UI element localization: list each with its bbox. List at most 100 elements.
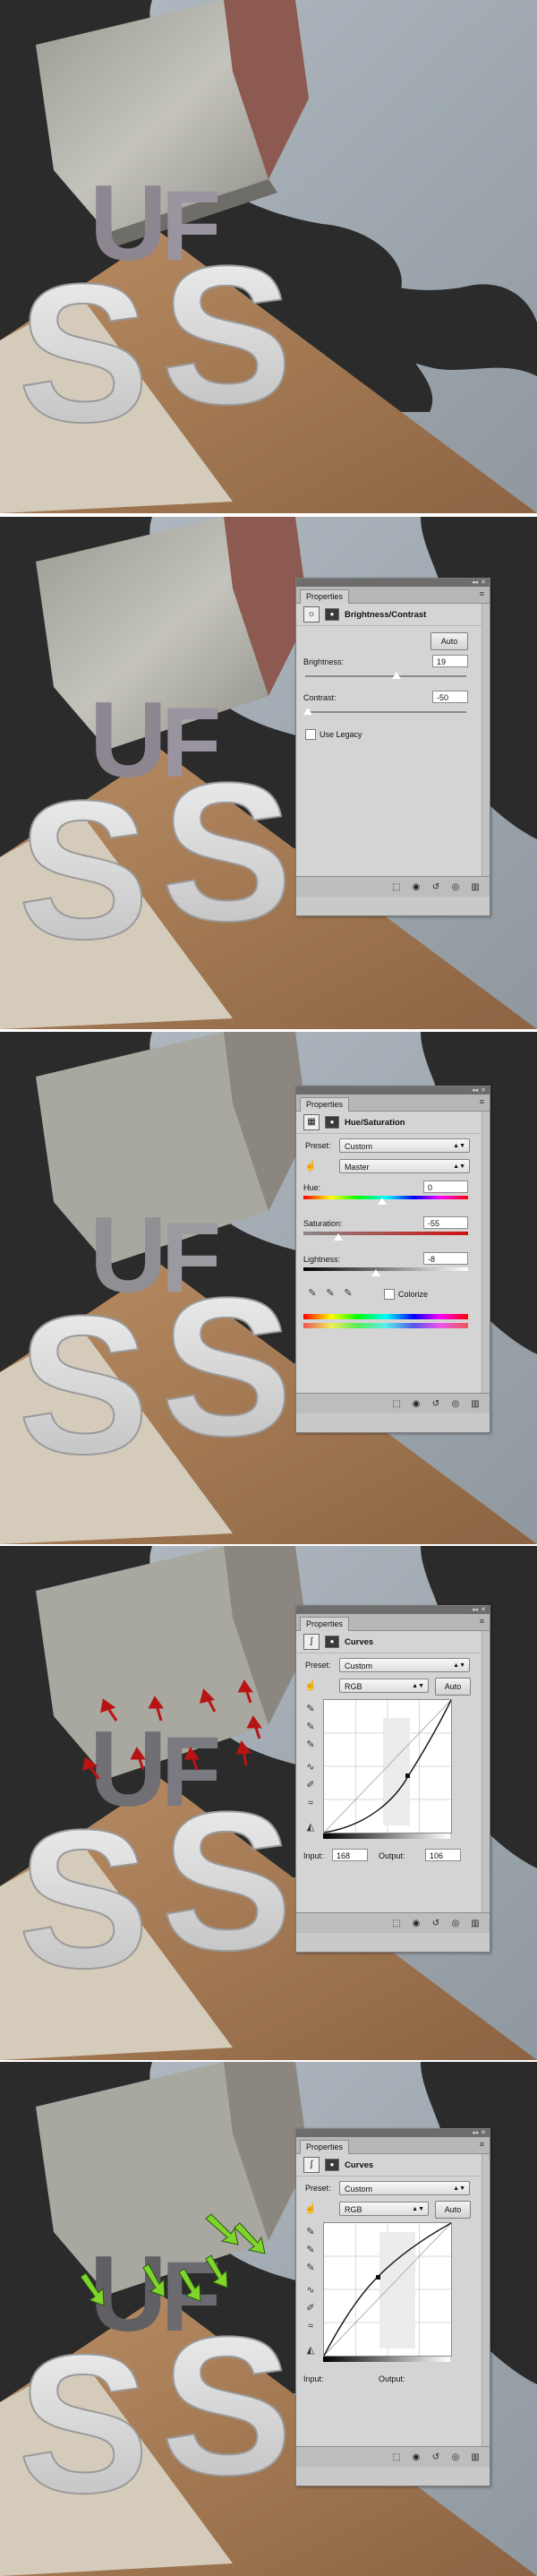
visibility-eye-icon[interactable]: ◎ xyxy=(448,1917,463,1929)
eyedropper-minus-icon[interactable]: ✎ xyxy=(341,1287,355,1300)
panel-menu-icon[interactable]: ≡ xyxy=(480,1097,484,1106)
reset-icon[interactable]: ↺ xyxy=(429,2451,443,2463)
trash-icon[interactable]: ▥ xyxy=(468,2451,482,2463)
view-previous-icon[interactable]: ◉ xyxy=(409,1917,423,1929)
visibility-eye-icon[interactable]: ◎ xyxy=(448,880,463,893)
hue-field[interactable]: 0 xyxy=(423,1181,468,1193)
white-eyedropper-icon[interactable]: ✎ xyxy=(303,2262,318,2274)
tab-properties[interactable]: Properties xyxy=(300,589,350,604)
view-previous-icon[interactable]: ◉ xyxy=(409,1397,423,1410)
trash-icon[interactable]: ▥ xyxy=(468,1397,482,1410)
scrollbar[interactable] xyxy=(482,1631,490,1913)
tab-properties[interactable]: Properties xyxy=(300,2140,350,2154)
curve-control-point[interactable] xyxy=(376,2275,380,2280)
output-field[interactable]: 106 xyxy=(425,1849,461,1861)
close-icon[interactable]: ✕ xyxy=(481,2130,486,2136)
curve-edit-icon[interactable]: ∿ xyxy=(303,1761,318,1773)
lightness-field[interactable]: -8 xyxy=(423,1252,468,1265)
collapse-icon[interactable]: ◂◂ xyxy=(472,1087,478,1094)
collapse-icon[interactable]: ◂◂ xyxy=(472,2130,478,2136)
channel-select[interactable]: Master ▲▼ xyxy=(339,1159,470,1173)
scrollbar[interactable] xyxy=(482,1112,490,1394)
clip-to-layer-icon[interactable]: ⬚ xyxy=(389,1917,404,1929)
close-icon[interactable]: ✕ xyxy=(481,1607,486,1613)
scrollbar[interactable] xyxy=(482,2154,490,2447)
panel-titlebar[interactable]: ◂◂ ✕ xyxy=(296,579,490,587)
smooth-icon[interactable]: ≈ xyxy=(303,2320,318,2332)
white-eyedropper-icon[interactable]: ✎ xyxy=(303,1739,318,1751)
collapse-icon[interactable]: ◂◂ xyxy=(472,580,478,586)
channel-select[interactable]: RGB ▲▼ xyxy=(339,2202,429,2216)
brightness-field[interactable]: 19 xyxy=(432,655,468,667)
collapse-icon[interactable]: ◂◂ xyxy=(472,1607,478,1613)
reset-icon[interactable]: ↺ xyxy=(429,1397,443,1410)
black-eyedropper-icon[interactable]: ✎ xyxy=(303,2226,318,2238)
reset-icon[interactable]: ↺ xyxy=(429,880,443,893)
trash-icon[interactable]: ▥ xyxy=(468,880,482,893)
layer-mask-icon[interactable]: ● xyxy=(325,608,339,621)
layer-mask-icon[interactable]: ● xyxy=(325,1636,339,1648)
curves-graph[interactable] xyxy=(323,1699,452,1833)
curves-graph-plot[interactable] xyxy=(323,1699,452,1833)
auto-button[interactable]: Auto xyxy=(430,632,468,650)
eyedropper-plus-icon[interactable]: ✎ xyxy=(323,1287,337,1300)
channel-select[interactable]: RGB ▲▼ xyxy=(339,1679,429,1693)
saturation-slider-thumb[interactable] xyxy=(334,1233,343,1241)
panel-menu-icon[interactable]: ≡ xyxy=(480,589,484,598)
trash-icon[interactable]: ▥ xyxy=(468,1917,482,1929)
hue-slider-thumb[interactable] xyxy=(378,1198,387,1205)
auto-button[interactable]: Auto xyxy=(435,1678,471,1696)
panel-menu-icon[interactable]: ≡ xyxy=(480,2140,484,2149)
visibility-eye-icon[interactable]: ◎ xyxy=(448,2451,463,2463)
lightness-slider-track[interactable] xyxy=(303,1267,468,1271)
tab-properties[interactable]: Properties xyxy=(300,1617,350,1631)
close-icon[interactable]: ✕ xyxy=(481,580,486,586)
contrast-slider-track[interactable] xyxy=(305,711,466,713)
targeted-adjustment-icon[interactable]: ☝ xyxy=(303,1160,318,1172)
tab-properties[interactable]: Properties xyxy=(300,1097,350,1112)
saturation-slider-track[interactable] xyxy=(303,1232,468,1235)
targeted-adjustment-icon[interactable]: ☝ xyxy=(303,1679,318,1692)
panel-titlebar[interactable]: ◂◂ ✕ xyxy=(296,1606,490,1614)
contrast-field[interactable]: -50 xyxy=(432,691,468,703)
scrollbar[interactable] xyxy=(482,604,490,877)
view-previous-icon[interactable]: ◉ xyxy=(409,2451,423,2463)
pencil-icon[interactable]: ✐ xyxy=(303,2302,318,2314)
eyedropper-icon[interactable]: ✎ xyxy=(305,1287,320,1300)
reset-icon[interactable]: ↺ xyxy=(429,1917,443,1929)
input-field[interactable]: 168 xyxy=(332,1849,368,1861)
visibility-eye-icon[interactable]: ◎ xyxy=(448,1397,463,1410)
preset-select[interactable]: Custom ▲▼ xyxy=(339,1138,470,1153)
view-previous-icon[interactable]: ◉ xyxy=(409,880,423,893)
use-legacy-checkbox[interactable] xyxy=(305,729,316,740)
smooth-icon[interactable]: ≈ xyxy=(303,1797,318,1809)
panel-titlebar[interactable]: ◂◂ ✕ xyxy=(296,1086,490,1095)
targeted-adjustment-icon[interactable]: ☝ xyxy=(303,2202,318,2215)
contrast-slider-thumb[interactable] xyxy=(303,708,312,715)
colorize-checkbox[interactable] xyxy=(384,1289,395,1300)
curve-control-point[interactable] xyxy=(405,1773,410,1778)
layer-mask-icon[interactable]: ● xyxy=(325,1116,339,1129)
panel-titlebar[interactable]: ◂◂ ✕ xyxy=(296,2129,490,2137)
pencil-icon[interactable]: ✐ xyxy=(303,1779,318,1791)
brightness-slider-track[interactable] xyxy=(305,675,466,677)
lightness-slider-thumb[interactable] xyxy=(371,1269,380,1276)
black-eyedropper-icon[interactable]: ✎ xyxy=(303,1703,318,1715)
panel-menu-icon[interactable]: ≡ xyxy=(480,1617,484,1626)
preset-select[interactable]: Custom ▲▼ xyxy=(339,1658,470,1672)
gray-eyedropper-icon[interactable]: ✎ xyxy=(303,2244,318,2256)
clip-to-layer-icon[interactable]: ⬚ xyxy=(389,2451,404,2463)
curves-graph[interactable] xyxy=(323,2222,452,2357)
clipping-warning-icon[interactable]: ◭ xyxy=(303,2344,318,2357)
brightness-slider-thumb[interactable] xyxy=(392,672,401,679)
close-icon[interactable]: ✕ xyxy=(481,1087,486,1094)
gray-eyedropper-icon[interactable]: ✎ xyxy=(303,1721,318,1733)
saturation-field[interactable]: -55 xyxy=(423,1216,468,1229)
curves-graph-plot[interactable] xyxy=(323,2222,452,2357)
curve-edit-icon[interactable]: ∿ xyxy=(303,2284,318,2297)
clipping-warning-icon[interactable]: ◭ xyxy=(303,1821,318,1833)
clip-to-layer-icon[interactable]: ⬚ xyxy=(389,1397,404,1410)
preset-select[interactable]: Custom ▲▼ xyxy=(339,2181,470,2195)
layer-mask-icon[interactable]: ● xyxy=(325,2159,339,2171)
clip-to-layer-icon[interactable]: ⬚ xyxy=(389,880,404,893)
